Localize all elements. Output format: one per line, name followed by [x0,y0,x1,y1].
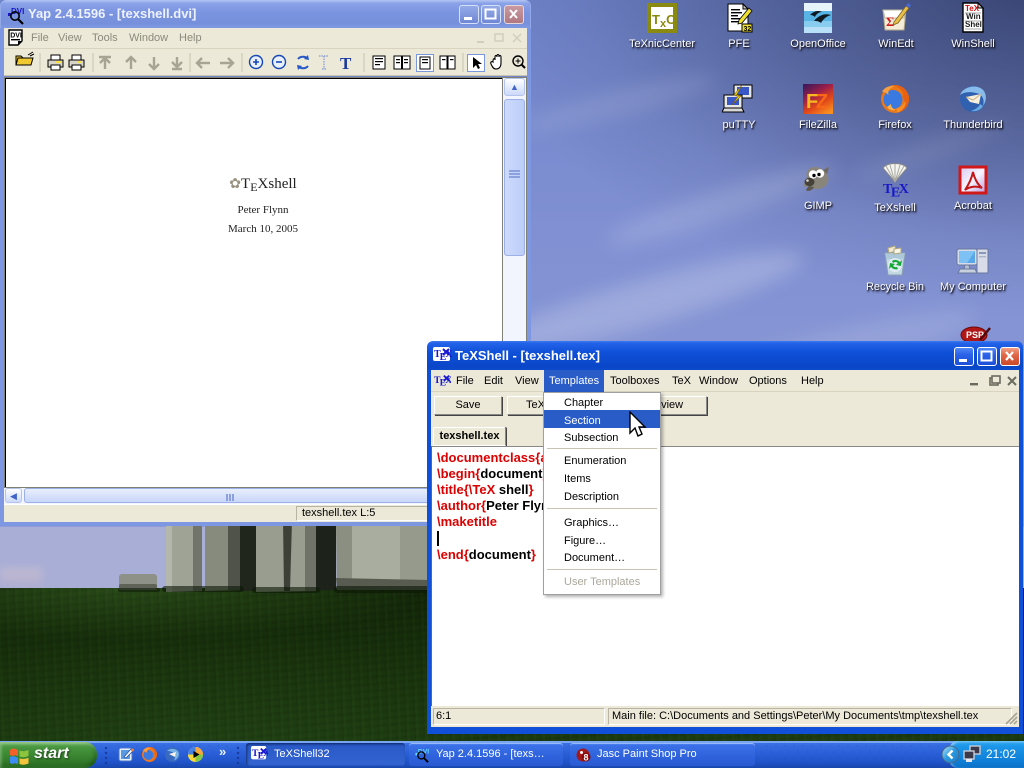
svg-text:Σ: Σ [886,14,895,29]
svg-text:32: 32 [744,26,752,33]
svg-text:T: T [340,54,352,73]
svg-text:8: 8 [584,753,589,763]
svg-text:Z: Z [816,91,828,113]
svg-text:TEX: TEX [883,182,909,198]
svg-text:DVI: DVI [10,33,22,40]
